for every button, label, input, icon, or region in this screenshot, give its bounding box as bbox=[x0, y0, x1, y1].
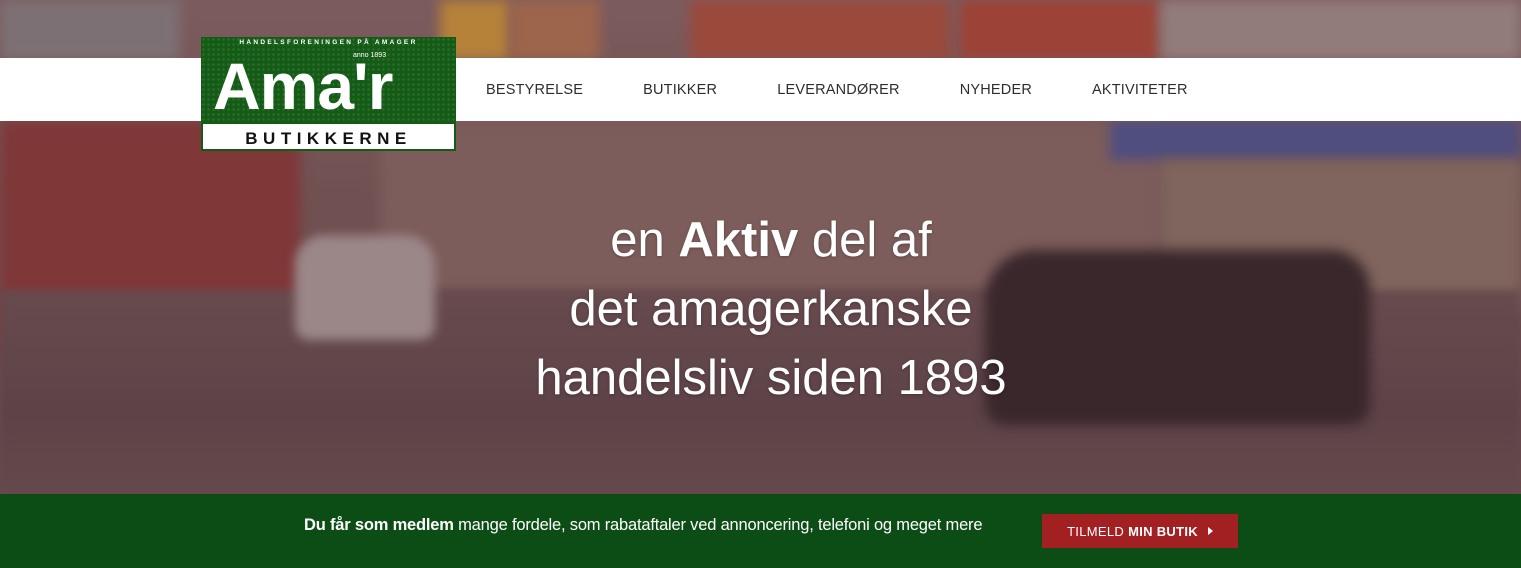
hero-line-1-bold: Aktiv bbox=[678, 213, 799, 267]
signup-shop-button[interactable]: TILMELD MIN BUTIK bbox=[1042, 514, 1238, 548]
logo-tagline: HANDELSFORENINGEN PÅ AMAGER bbox=[239, 39, 418, 46]
hero-line-1-pre: en bbox=[610, 213, 679, 267]
hero-headline: en Aktiv del af det amagerkanske handels… bbox=[0, 206, 1521, 413]
logo-subtitle: BUTIKKERNE bbox=[201, 122, 456, 151]
logo-name: Ama'r bbox=[213, 49, 393, 123]
nav-item-leverandoerer[interactable]: LEVERANDØRER bbox=[777, 82, 899, 98]
hero-line-2: det amagerkanske bbox=[569, 282, 973, 336]
signup-button-label-bold: MIN BUTIK bbox=[1128, 523, 1198, 539]
signup-button-label: TILMELD bbox=[1067, 523, 1125, 539]
hero-line-1: en Aktiv del af bbox=[0, 206, 1521, 275]
membership-bar: Du får som medlem mange fordele, som rab… bbox=[0, 494, 1521, 568]
hero-line-3: handelsliv siden 1893 bbox=[535, 351, 1007, 405]
membership-text: Du får som medlem mange fordele, som rab… bbox=[304, 516, 983, 535]
nav-item-butikker[interactable]: BUTIKKER bbox=[643, 82, 717, 98]
nav-item-nyheder[interactable]: NYHEDER bbox=[960, 82, 1032, 98]
membership-text-body: mange fordele, som rabataftaler ved anno… bbox=[453, 516, 983, 534]
membership-text-bold: Du får som medlem bbox=[304, 516, 454, 534]
nav-item-aktiviteter[interactable]: AKTIVITETER bbox=[1092, 82, 1188, 98]
caret-right-icon bbox=[1207, 527, 1213, 535]
nav-item-bestyrelse[interactable]: BESTYRELSE bbox=[486, 82, 583, 98]
site-logo[interactable]: HANDELSFORENINGEN PÅ AMAGER anno 1893 Am… bbox=[201, 37, 456, 151]
hero-line-1-post: del af bbox=[798, 213, 932, 267]
nav-menu: BESTYRELSE BUTIKKER LEVERANDØRER NYHEDER… bbox=[486, 58, 1248, 121]
